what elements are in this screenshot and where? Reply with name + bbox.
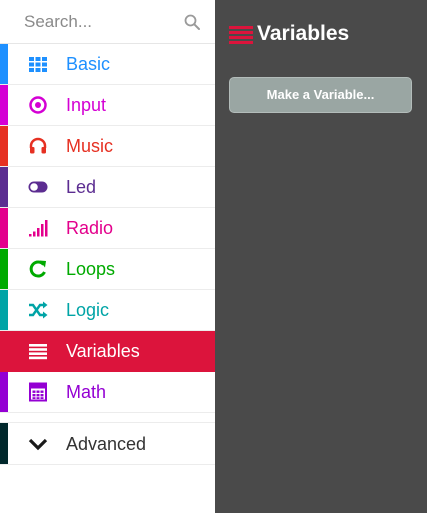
variables-flyout: Variables Make a Variable... <box>215 0 427 513</box>
category-loops[interactable]: Loops <box>0 249 215 290</box>
category-label: Logic <box>66 300 110 320</box>
signal-bars-icon <box>28 218 48 238</box>
category-led[interactable]: Led <box>0 167 215 208</box>
category-math[interactable]: Math <box>0 372 215 413</box>
category-color-bar <box>0 167 8 207</box>
category-variables[interactable]: Variables <box>0 331 215 372</box>
category-color-bar <box>0 249 8 289</box>
category-color-bar <box>0 208 8 248</box>
calculator-icon <box>28 382 48 402</box>
category-label: Music <box>66 136 114 156</box>
search-input[interactable] <box>8 6 204 38</box>
category-color-bar <box>0 85 8 125</box>
category-logic[interactable]: Logic <box>0 290 215 331</box>
category-label: Advanced <box>66 434 147 454</box>
category-label: Led <box>66 177 97 197</box>
category-color-bar <box>0 331 8 371</box>
category-label: Basic <box>66 54 111 74</box>
category-color-bar <box>0 44 8 84</box>
chevron-down-icon <box>28 434 48 454</box>
category-separator <box>0 413 215 423</box>
category-color-bar <box>0 423 8 464</box>
category-label: Math <box>66 382 107 402</box>
headphones-icon <box>28 136 48 156</box>
category-advanced[interactable]: Advanced <box>0 423 215 465</box>
category-input[interactable]: Input <box>0 85 215 126</box>
category-color-bar <box>0 290 8 330</box>
category-list: Basic Input Music Led Radio Loops Logic … <box>0 44 215 413</box>
category-basic[interactable]: Basic <box>0 44 215 85</box>
make-variable-button[interactable]: Make a Variable... <box>229 77 412 113</box>
category-music[interactable]: Music <box>0 126 215 167</box>
loop-arrow-icon <box>28 259 48 279</box>
editor-toolbox: Basic Input <box>0 0 427 513</box>
toolbox-sidebar: Basic Input <box>0 0 215 513</box>
search-box <box>0 0 215 44</box>
category-label: Input <box>66 95 107 115</box>
flyout-title: Variables <box>257 22 350 45</box>
list-lines-icon <box>229 25 253 45</box>
category-label: Loops <box>66 259 116 279</box>
grid-icon <box>28 54 48 74</box>
toggle-icon <box>28 177 48 197</box>
category-label: Variables <box>66 341 140 361</box>
category-color-bar <box>0 372 8 412</box>
category-label: Radio <box>66 218 114 238</box>
shuffle-icon <box>28 300 48 320</box>
target-icon <box>28 95 48 115</box>
search-icon[interactable] <box>183 13 201 31</box>
list-lines-icon <box>28 341 48 361</box>
category-color-bar <box>0 126 8 166</box>
category-radio[interactable]: Radio <box>0 208 215 249</box>
